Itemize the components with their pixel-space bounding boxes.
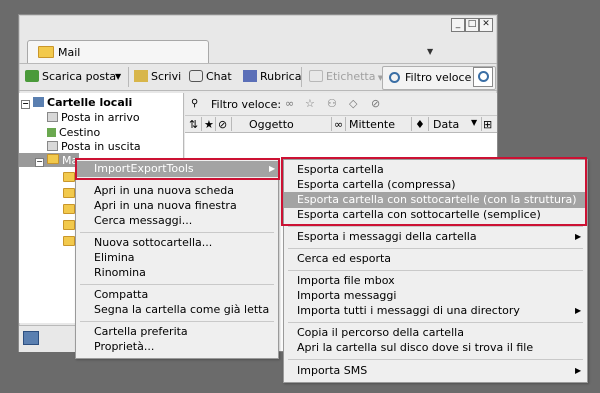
thread-column-icon[interactable]: ⇅ (189, 118, 198, 131)
subfolder-icon[interactable] (63, 204, 75, 214)
download-mail-icon (25, 70, 39, 82)
column-mittente[interactable]: Mittente (349, 118, 395, 131)
close-button[interactable]: ✕ (479, 18, 493, 32)
outbox-icon (47, 141, 58, 151)
menu-separator (80, 232, 274, 233)
read-column-icon[interactable]: ♦ (415, 118, 425, 131)
sort-icon[interactable]: ▼ (471, 118, 477, 127)
menu-item-delete[interactable]: Elimina (76, 250, 278, 266)
address-book-icon (243, 70, 257, 82)
folder-icon (47, 154, 59, 164)
trash-icon (47, 128, 56, 137)
tab-list-dropdown-icon[interactable]: ▼ (427, 47, 433, 56)
submenu-item-import-directory[interactable]: Importa tutti i messaggi di una director… (284, 303, 587, 319)
menu-separator (80, 321, 274, 322)
minimize-button[interactable]: _ (451, 18, 465, 32)
thread-column-header: ⇅ ★ ⊘ Oggetto ∞ Mittente ♦ Data ▼ ⊞ (185, 116, 497, 133)
menu-item-search-messages[interactable]: Cerca messaggi... (76, 213, 278, 229)
star-filter-icon[interactable]: ☆ (305, 97, 315, 110)
attachment-filter-icon[interactable]: ⊘ (371, 97, 380, 110)
tree-item-trash[interactable]: Cestino (47, 126, 100, 139)
tag-icon (309, 70, 323, 82)
menu-separator (288, 322, 583, 323)
filter-label: Filtro veloce: (211, 98, 282, 111)
junk-column-icon[interactable]: ∞ (334, 118, 343, 131)
submenu-item-open-on-disk[interactable]: Apri la cartella sul disco dove si trova… (284, 340, 587, 356)
menu-separator (288, 359, 583, 360)
folder-context-menu: ImportExportTools ▶ Apri in una nuova sc… (75, 159, 279, 359)
toolbar-separator (301, 67, 302, 87)
menu-separator (288, 226, 583, 227)
submenu-item-import-mbox[interactable]: Importa file mbox (284, 273, 587, 289)
folder-icon (38, 46, 54, 58)
subfolder-icon[interactable] (63, 172, 75, 182)
tag-filter-icon[interactable]: ◇ (349, 97, 357, 110)
collapse-icon[interactable]: − (21, 100, 30, 109)
subfolder-icon[interactable] (63, 220, 75, 230)
tree-item-outbox[interactable]: Posta in uscita (47, 140, 141, 153)
etichetta-button[interactable]: Etichetta ▼ (309, 67, 383, 87)
main-toolbar: Scarica posta ▼ Scrivi Chat Rubrica Etic… (19, 64, 497, 91)
submenu-item-export-messages[interactable]: Esporta i messaggi della cartella ▶ (284, 229, 587, 245)
filter-pin-icon[interactable]: ⚲ (191, 98, 198, 109)
subfolder-icon[interactable] (63, 188, 75, 198)
scarica-posta-button[interactable]: Scarica posta (25, 67, 116, 87)
column-data[interactable]: Data (433, 118, 459, 131)
submenu-arrow-icon: ▶ (575, 306, 582, 315)
callout-box-export-items (281, 157, 587, 226)
contact-filter-icon[interactable]: ⚇ (327, 97, 337, 110)
chat-button[interactable]: Chat (189, 67, 232, 87)
tree-item-inbox[interactable]: Posta in arrivo (47, 111, 140, 124)
computer-icon (33, 97, 44, 107)
column-picker-icon[interactable]: ⊞ (483, 118, 492, 131)
star-column-icon[interactable]: ★ (204, 118, 214, 131)
submenu-item-import-sms[interactable]: Importa SMS ▶ (284, 363, 587, 379)
tab-mail[interactable]: Mail (27, 40, 209, 63)
menu-item-compact[interactable]: Compatta (76, 287, 278, 303)
submenu-arrow-icon: ▶ (575, 366, 582, 375)
title-bar: _ □ ✕ (19, 15, 497, 35)
toolbar-separator (128, 67, 129, 87)
callout-box-importexporttools (75, 158, 280, 180)
chat-icon (189, 70, 203, 82)
menu-item-mark-read[interactable]: Segna la cartella come già letta (76, 302, 278, 318)
submenu-item-search-export[interactable]: Cerca ed esporta (284, 251, 587, 267)
menu-item-new-subfolder[interactable]: Nuova sottocartella... (76, 235, 278, 251)
collapse-icon[interactable]: − (35, 158, 44, 167)
menu-item-rename[interactable]: Rinomina (76, 265, 278, 281)
rubrica-button[interactable]: Rubrica (243, 67, 301, 87)
attachment-column-icon[interactable]: ⊘ (218, 118, 227, 131)
filter-icon (389, 72, 400, 83)
maximize-button[interactable]: □ (465, 18, 479, 32)
search-icon[interactable] (473, 67, 493, 87)
scarica-dropdown-icon[interactable]: ▼ (115, 67, 121, 87)
menu-item-open-new-window[interactable]: Apri in una nuova finestra (76, 198, 278, 214)
compose-icon (134, 70, 148, 82)
menu-item-open-new-tab[interactable]: Apri in una nuova scheda (76, 183, 278, 199)
subfolder-icon[interactable] (63, 236, 75, 246)
menu-separator (288, 248, 583, 249)
menu-item-properties[interactable]: Proprietà... (76, 339, 278, 355)
tree-local-folders[interactable]: − Cartelle locali (21, 96, 132, 109)
submenu-item-copy-path[interactable]: Copia il percorso della cartella (284, 325, 587, 341)
unread-filter-icon[interactable]: ∞ (285, 97, 294, 110)
tab-bar: Mail ▼ (19, 35, 497, 64)
quick-filter-bar: ⚲ Filtro veloce: ∞ ☆ ⚇ ◇ ⊘ (185, 93, 497, 116)
tab-label: Mail (58, 46, 81, 59)
online-status-icon[interactable] (23, 331, 39, 345)
menu-item-favorite[interactable]: Cartella preferita (76, 324, 278, 340)
menu-separator (80, 284, 274, 285)
submenu-item-import-messages[interactable]: Importa messaggi (284, 288, 587, 304)
submenu-arrow-icon: ▶ (575, 232, 582, 241)
menu-separator (288, 270, 583, 271)
column-oggetto[interactable]: Oggetto (249, 118, 294, 131)
inbox-icon (47, 112, 58, 122)
scrivi-button[interactable]: Scrivi (134, 67, 181, 87)
